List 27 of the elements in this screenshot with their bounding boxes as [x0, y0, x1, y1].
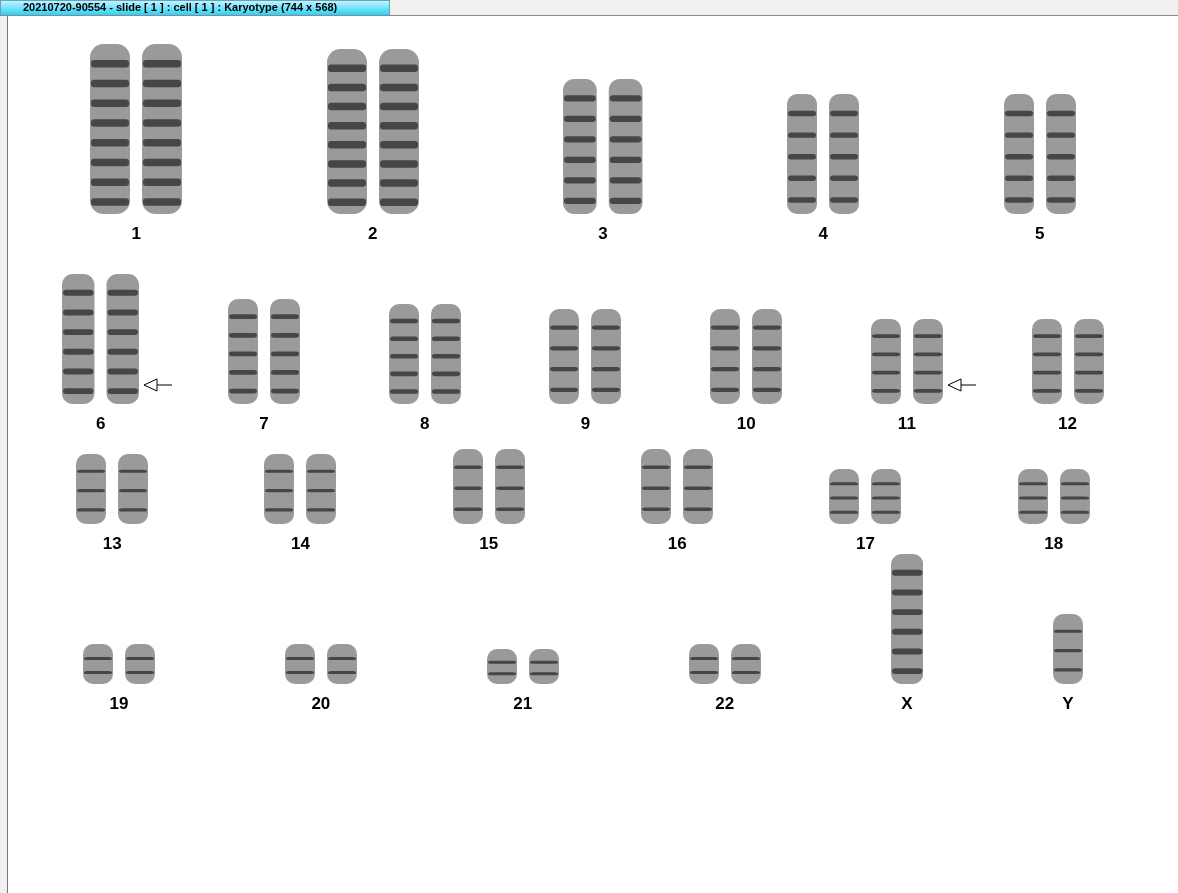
chromosome-number: 3 [598, 224, 608, 244]
chromosome-number: X [901, 694, 913, 714]
chromosome-number: 1 [131, 224, 141, 244]
chromosome-number: 10 [736, 414, 756, 434]
window-tab[interactable]: 20210720-90554 - slide [ 1 ] : cell [ 1 ] : Karyotype (744 x 568) [0, 0, 390, 15]
chromosome-number: 8 [420, 414, 430, 434]
chromosome-number: 13 [102, 534, 122, 554]
chromosome-number: 16 [667, 534, 687, 554]
chromosome-number: 4 [818, 224, 828, 244]
chromosome-number: 20 [311, 694, 331, 714]
chromosome-number: 12 [1058, 414, 1077, 434]
arrow-icon [947, 378, 977, 392]
chromosome-number: 14 [291, 534, 310, 554]
chromosome-number: 18 [1044, 534, 1064, 554]
chromosome-number: 19 [109, 694, 129, 714]
chromosome-number: 9 [580, 414, 591, 434]
chromosome-number: 2 [368, 224, 378, 244]
chromosome-number: 11 [897, 414, 916, 434]
chromosome-number: 22 [715, 694, 735, 714]
chromosome-number: 17 [856, 534, 875, 554]
chromosome-number: 15 [479, 534, 499, 554]
chromosome-number: Y [1062, 694, 1074, 714]
chromosome-number: 7 [259, 414, 269, 434]
chromosome-number: 6 [96, 414, 106, 434]
arrow-icon [143, 378, 173, 392]
chromosome-number: 21 [513, 694, 533, 714]
chromosome-number: 5 [1035, 224, 1045, 244]
